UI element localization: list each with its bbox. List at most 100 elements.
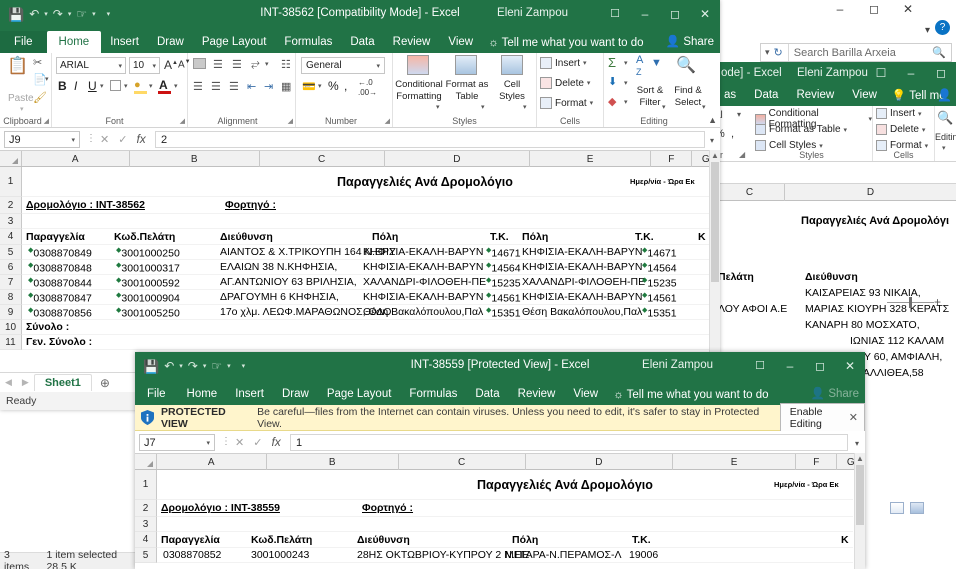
paste-dropdown-icon[interactable]: ▾ (20, 105, 24, 113)
tell-me-box[interactable]: ☼ Tell me what you want to do (482, 33, 649, 53)
bg-column-headers[interactable]: C D (715, 184, 956, 201)
col-header-E[interactable]: E (530, 151, 652, 167)
col-header-B[interactable]: B (130, 151, 260, 167)
chevron-down-icon[interactable]: ▾ (702, 103, 706, 111)
tab-review[interactable]: Review (384, 32, 440, 53)
pv-row-header-3[interactable]: 3 (135, 517, 157, 532)
table-row[interactable]: 8 ◆0308870847 ◆3001000904 ΔΡΑΓΟΥΜΗ 6 ΚΗΦ… (0, 290, 710, 305)
chevron-down-icon[interactable]: ▾ (481, 103, 485, 111)
ribbon-display-options-icon[interactable]: ☐ (600, 8, 630, 20)
table-row[interactable]: 2 Δρομολόγιο : INT-38559 Φορτηγό : (135, 500, 853, 517)
chevron-down-icon[interactable]: ▾ (925, 142, 929, 150)
undo-dropdown-icon[interactable]: ▾ (179, 363, 183, 370)
pv-col-header-D[interactable]: D (526, 454, 674, 470)
chevron-down-icon[interactable]: ▾ (922, 126, 926, 134)
table-row[interactable]: 3 (135, 517, 853, 532)
redo-icon[interactable]: ↷ (53, 8, 63, 20)
row-10-cells[interactable]: Σύνολο : (22, 320, 710, 335)
conditional-formatting-icon[interactable] (407, 55, 429, 75)
align-center-icon[interactable]: ☰ (211, 80, 221, 93)
details-view-icon[interactable] (890, 502, 904, 514)
merge-center-icon[interactable]: ▦ (281, 80, 291, 93)
chevron-down-icon[interactable]: ▾ (868, 115, 872, 123)
cancel-formula-icon[interactable]: ✕ (235, 436, 244, 449)
prev-sheet-icon[interactable]: ◀ (0, 377, 17, 388)
add-sheet-button[interactable]: ⊕ (92, 376, 118, 390)
font-color-icon[interactable]: A (159, 78, 168, 92)
pv-account-name[interactable]: Eleni Zampou (642, 359, 713, 371)
pv-worksheet-grid[interactable]: 1 Παραγγελιές Ανά Δρομολόγιο Ημερ/νία - … (135, 470, 853, 569)
sheet-tab-sheet1[interactable]: Sheet1 (33, 374, 92, 391)
column-headers[interactable]: A B C D E F G (0, 151, 720, 167)
table-row[interactable]: 4 Παραγγελία Κωδ.Πελάτη Διεύθυνση Πόλη Τ… (0, 229, 710, 245)
collapse-ribbon-icon[interactable]: ▲ (708, 115, 717, 125)
bg-tab-review[interactable]: Review (787, 85, 843, 106)
autosum-icon[interactable]: Σ (608, 55, 616, 70)
pv-tab-data[interactable]: Data (466, 384, 508, 405)
borders-icon[interactable] (110, 80, 121, 91)
pv-row-header-2[interactable]: 2 (135, 500, 157, 517)
chevron-down-icon[interactable]: ▾ (523, 103, 527, 111)
pv-ribbon-tab-strip[interactable]: File Home Insert Draw Page Layout Formul… (135, 380, 865, 405)
redo-dropdown-icon[interactable]: ▾ (68, 11, 72, 18)
tab-page-layout[interactable]: Page Layout (193, 32, 276, 53)
redo-icon[interactable]: ↷ (188, 360, 198, 372)
tab-file[interactable]: File (0, 31, 47, 53)
pv-col-header-F[interactable]: F (796, 454, 838, 470)
row-header-7[interactable]: 7 (0, 275, 22, 290)
table-row[interactable]: 6 ◆0308870848 ◆3001000317 ΕΛΑΙΩΝ 38 Ν.ΚΗ… (0, 260, 710, 275)
increase-decimal-icon[interactable]: ←.0 (358, 78, 373, 87)
row-3-cells[interactable] (22, 214, 710, 229)
row-header-11[interactable]: 11 (0, 335, 22, 350)
decrease-indent-icon[interactable]: ⇤ (247, 80, 256, 93)
pv-close-button[interactable]: ✕ (835, 360, 865, 372)
pv-row-header-5[interactable]: 5 (135, 548, 157, 563)
orientation-dropdown-icon[interactable]: ▾ (265, 60, 269, 68)
bg-formula-bar[interactable] (715, 162, 956, 184)
pv-col-header-E[interactable]: E (673, 454, 797, 470)
col-header-F[interactable]: F (651, 151, 693, 167)
fill-color-icon[interactable]: ● (134, 79, 141, 91)
cell-styles-button[interactable]: Cell Styles (493, 79, 531, 103)
bg-number-dropdown-icon[interactable]: ▾ (737, 110, 741, 119)
row-2-cells[interactable]: Δρομολόγιο : INT-38562 Φορτηγό : (22, 197, 710, 214)
table-row[interactable]: 1 Παραγγελιές Ανά Δρομολόγιο Ημερ/νία - … (0, 167, 710, 197)
insert-function-icon[interactable]: fx (136, 132, 145, 146)
font-size-input[interactable]: 10 ▾ (129, 57, 160, 74)
tab-insert[interactable]: Insert (101, 32, 148, 53)
row-6-cells[interactable]: ◆0308870848 ◆3001000317 ΕΛΑΙΩΝ 38 Ν.ΚΗΦΗ… (22, 260, 710, 275)
bg-tab-view[interactable]: View (843, 85, 886, 106)
row-header-1[interactable]: 1 (0, 167, 22, 197)
row-header-9[interactable]: 9 (0, 305, 22, 320)
chevron-down-icon[interactable]: ▾ (844, 126, 848, 134)
bg-zoom-slider[interactable]: + (887, 295, 955, 309)
align-left-icon[interactable]: ☰ (193, 80, 203, 93)
formula-action-icons[interactable]: ✕ ✓ fx (100, 132, 146, 146)
pv-tab-formulas[interactable]: Formulas (400, 384, 466, 405)
underline-dropdown-icon[interactable]: ▾ (100, 82, 104, 90)
row-7-cells[interactable]: ◆0308870844 ◆3001000592 ΑΓ.ΑΝΤΩΝΙΟΥ 63 Β… (22, 275, 710, 290)
paste-label[interactable]: Paste (8, 93, 34, 104)
align-bottom-icon[interactable]: ☰ (232, 58, 242, 71)
worksheet-grid[interactable]: 1 Παραγγελιές Ανά Δρομολόγιο Ημερ/νία - … (0, 167, 710, 370)
window-buttons[interactable]: ☐ – ◻ ✕ (600, 0, 720, 28)
row-header-8[interactable]: 8 (0, 290, 22, 305)
format-as-table-button[interactable]: Format as Table (445, 79, 489, 103)
clear-dropdown-icon[interactable]: ▾ (624, 98, 628, 106)
enter-formula-icon[interactable]: ✓ (253, 436, 262, 449)
touch-mode-icon[interactable]: ☞ (211, 360, 222, 372)
insert-function-icon[interactable]: fx (271, 435, 280, 449)
explorer-search-bar[interactable]: ▾ ↻ Search Barilla Arxeia 🔍 (760, 43, 952, 62)
pv-maximize-button[interactable]: ◻ (805, 360, 835, 372)
pv-ribbon-display-options-icon[interactable]: ☐ (745, 360, 775, 372)
pv-row-4-cells[interactable]: Παραγγελία Κωδ.Πελάτη Διεύθυνση Πόλη Τ.Κ… (157, 532, 853, 548)
pv-col-header-C[interactable]: C (399, 454, 526, 470)
pv-column-headers[interactable]: A B C D E F G (135, 454, 865, 470)
excel-window-int38562[interactable]: 💾 ↶ ▾ ↷ ▾ ☞ ▾ ▾ INT-38562 [Compatibility… (0, 0, 720, 410)
close-button[interactable]: ✕ (690, 8, 720, 20)
pv-col-header-A[interactable]: A (157, 454, 267, 470)
customize-quick-access-icon[interactable]: ▾ (107, 11, 111, 18)
table-row[interactable]: 3 (0, 214, 710, 229)
fill-dropdown-icon[interactable]: ▾ (624, 79, 628, 87)
pv-row-2-cells[interactable]: Δρομολόγιο : INT-38559 Φορτηγό : (157, 500, 853, 517)
